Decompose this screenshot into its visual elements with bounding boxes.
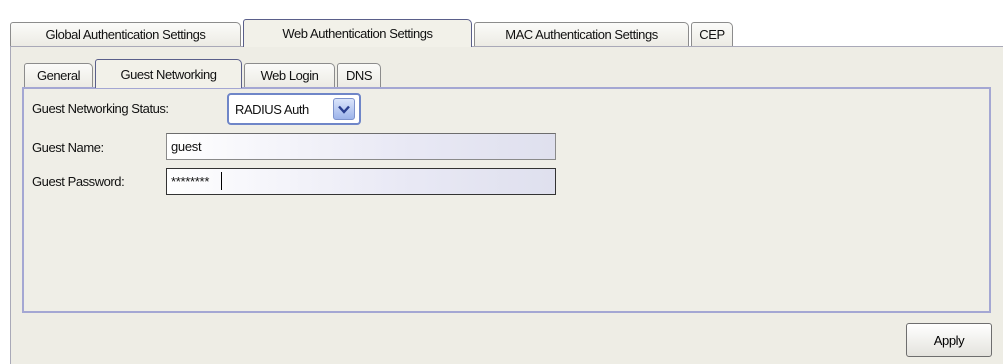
- apply-button[interactable]: Apply: [906, 323, 992, 357]
- tab-label: Web Authentication Settings: [282, 26, 433, 41]
- guest-networking-status-select[interactable]: RADIUS Auth: [227, 93, 361, 125]
- chevron-down-icon[interactable]: [333, 98, 355, 120]
- guest-networking-panel: [22, 87, 991, 313]
- tab-global-authentication-settings[interactable]: Global Authentication Settings: [10, 22, 241, 46]
- text-cursor: [221, 172, 222, 190]
- tab-general[interactable]: General: [24, 63, 93, 87]
- tab-label: MAC Authentication Settings: [505, 27, 658, 42]
- tab-web-login[interactable]: Web Login: [244, 63, 335, 87]
- tab-label: Web Login: [260, 68, 319, 83]
- status-selected-value: RADIUS Auth: [235, 101, 309, 117]
- guest-name-input[interactable]: [166, 133, 556, 160]
- tab-cep[interactable]: CEP: [691, 22, 733, 46]
- tab-dns[interactable]: DNS: [337, 63, 381, 87]
- tab-label: Global Authentication Settings: [45, 27, 206, 42]
- guest-name-label: Guest Name:: [32, 140, 104, 155]
- tab-label: CEP: [699, 27, 725, 42]
- guest-password-input[interactable]: [166, 168, 556, 195]
- tab-web-authentication-settings[interactable]: Web Authentication Settings: [243, 19, 472, 47]
- tab-mac-authentication-settings[interactable]: MAC Authentication Settings: [474, 22, 689, 46]
- tab-label: DNS: [345, 68, 373, 83]
- guest-password-label: Guest Password:: [32, 174, 125, 189]
- tab-label: General: [36, 68, 81, 83]
- tab-guest-networking[interactable]: Guest Networking: [95, 59, 242, 88]
- tab-label: Guest Networking: [120, 66, 217, 82]
- guest-networking-status-label: Guest Networking Status:: [32, 101, 169, 116]
